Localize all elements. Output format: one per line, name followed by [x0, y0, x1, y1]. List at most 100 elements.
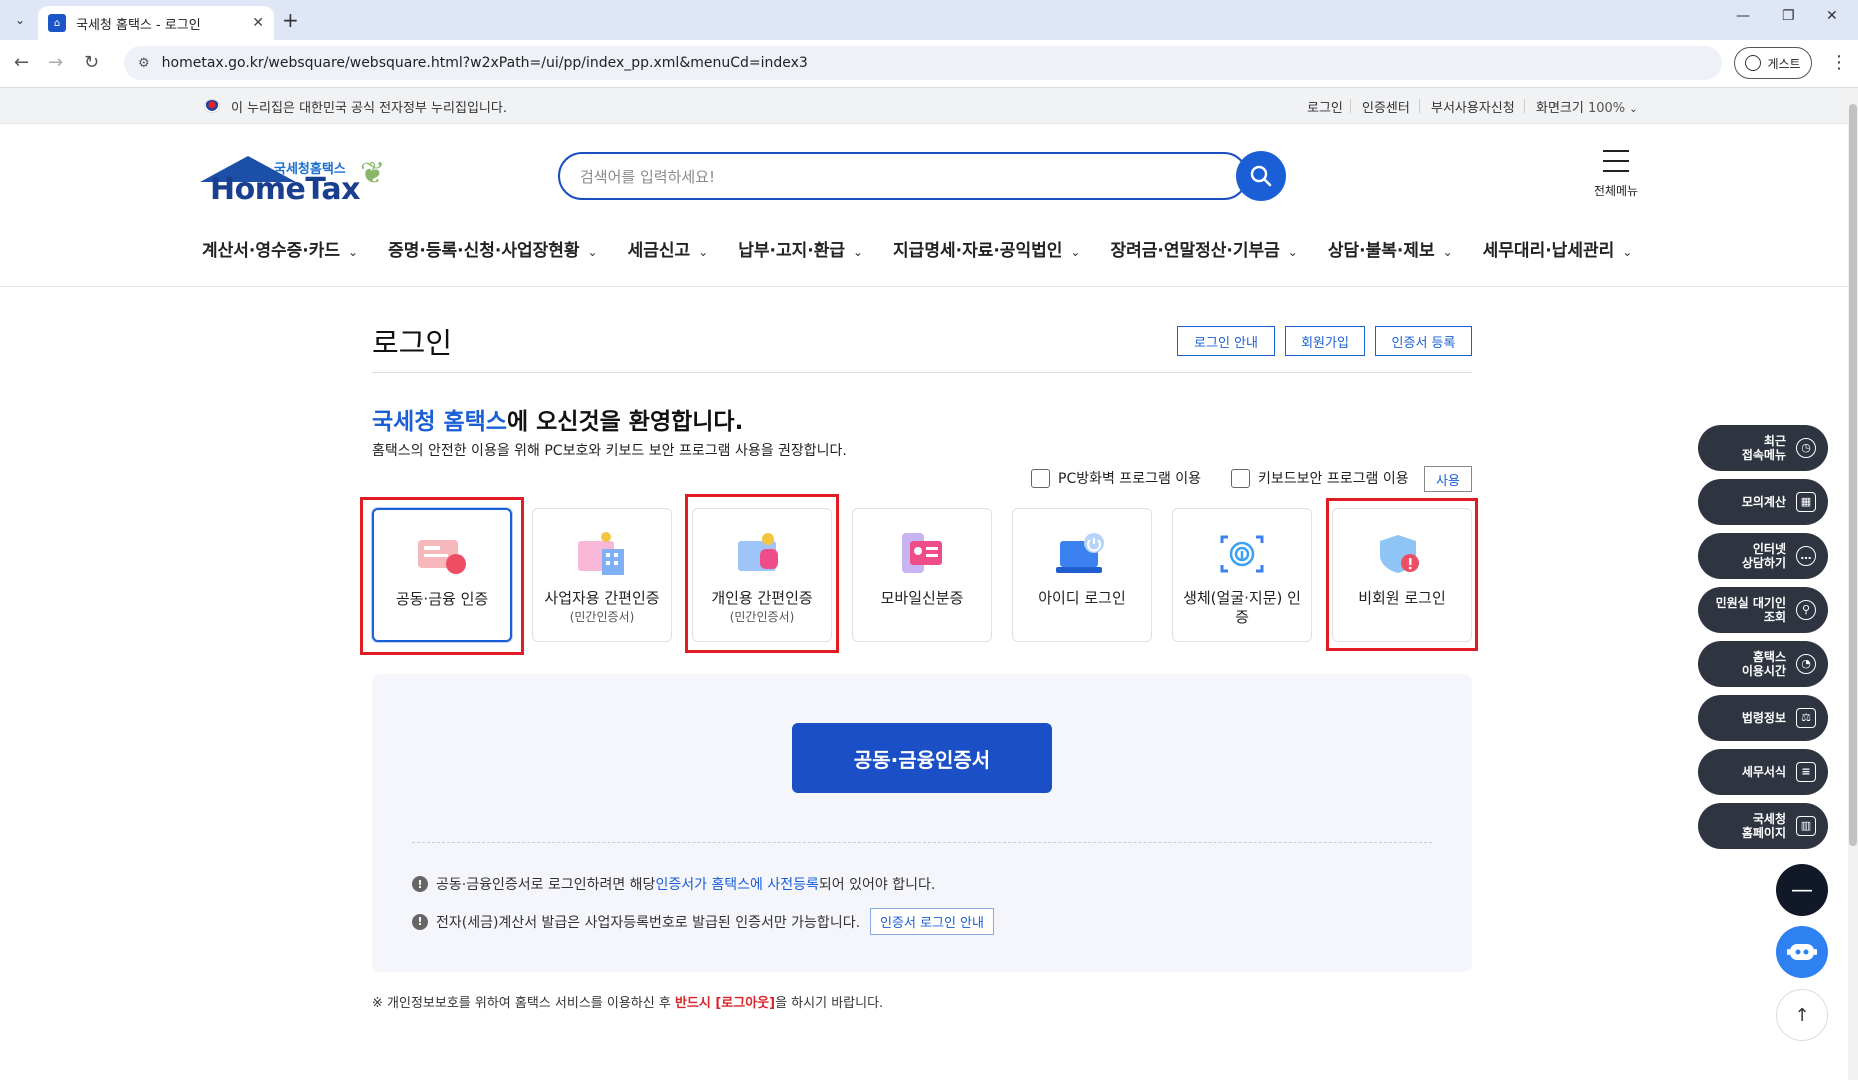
security-recommendation: 홈택스의 안전한 이용을 위해 PC보호와 키보드 보안 프로그램 사용을 권장… [372, 443, 847, 459]
notice-e-invoice: ! 전자(세금)계산서 발급은 사업자등록번호로 발급된 인증서만 가능합니다.… [412, 908, 994, 935]
browser-tab[interactable]: ⌂ 국세청 홈택스 - 로그인 ✕ [38, 6, 274, 40]
reload-icon[interactable]: ↻ [84, 52, 99, 73]
zoom-control[interactable]: 화면크기 100% ⌄ [1536, 97, 1638, 116]
laptop-power-icon [1056, 531, 1108, 577]
quick-internet-consult[interactable]: 인터넷 상담하기… [1698, 533, 1828, 579]
quick-tax-forms[interactable]: 세무서식 ≡ [1698, 749, 1828, 795]
quick-nts-homepage[interactable]: 국세청 홈페이지 ▥ [1698, 803, 1828, 849]
welcome-rest: 에 오신것을 환영합니다. [506, 409, 744, 435]
quick-label: 조회 [1763, 610, 1786, 624]
nav-item-payment-statement[interactable]: 지급명세·자료·공익법인 ⌄ [893, 236, 1080, 266]
cert-register-button[interactable]: 인증서 등록 [1375, 326, 1472, 356]
profile-button[interactable]: 게스트 [1734, 47, 1812, 79]
site-info-icon[interactable]: ⚙ [138, 56, 150, 71]
quick-waiting-lookup[interactable]: 민원실 대기인 조회 ⚲ [1698, 587, 1828, 633]
gov-notice-bar: 이 누리집은 대한민국 공식 전자정부 누리집입니다. 로그인 인증센터 부서사… [0, 88, 1848, 124]
nav-item-tax-report[interactable]: 세금신고 ⌄ [628, 236, 709, 266]
quick-label: 접속메뉴 [1741, 448, 1786, 462]
nav-item-invoice[interactable]: 계산서·영수증·카드 ⌄ [202, 236, 358, 266]
quick-label: 이용시간 [1741, 664, 1786, 678]
checkbox-label: 키보드보안 프로그램 이용 [1258, 471, 1409, 487]
method-label: 모바일신분증 [880, 589, 964, 607]
logo-big-text: HomeTax [210, 172, 361, 207]
forward-icon[interactable]: → [48, 52, 63, 73]
restore-icon[interactable]: ❐ [1782, 8, 1795, 24]
panel-divider [412, 842, 1432, 843]
nav-item-certificate[interactable]: 증명·등록·신청·사업장현황 ⌄ [388, 236, 597, 266]
scroll-top-button[interactable]: ↑ [1776, 989, 1828, 1041]
notice-text: 전자(세금)계산서 발급은 사업자등록번호로 발급된 인증서만 가능합니다. [436, 914, 861, 931]
util-dept-user-link[interactable]: 부서사용자신청 [1431, 97, 1515, 116]
nav-label: 납부·고지·환급 [738, 241, 845, 261]
minimize-icon[interactable]: — [1736, 8, 1750, 24]
quick-recent-menu[interactable]: 최근 접속메뉴 ◷ [1698, 425, 1828, 471]
method-biometric[interactable]: 생체(얼굴·지문) 인증 [1172, 508, 1312, 642]
collapse-quick-menu-button[interactable]: — [1776, 864, 1828, 916]
zoom-value: 100% [1587, 101, 1626, 116]
tab-close-icon[interactable]: ✕ [252, 15, 264, 31]
quick-service-hours[interactable]: 홈택스 이용시간 ◔ [1698, 641, 1828, 687]
quick-law-info[interactable]: 법령정보 ⚖ [1698, 695, 1828, 741]
chevron-down-icon: ⌄ [1442, 245, 1453, 259]
scrollbar-thumb[interactable] [1849, 104, 1857, 846]
chatbot-button[interactable] [1776, 926, 1828, 978]
building-icon: ▥ [1796, 816, 1816, 836]
firewall-checkbox[interactable]: PC방화벽 프로그램 이용 [1031, 468, 1201, 488]
footer-text: ※ 개인정보보호를 위하여 홈택스 서비스를 이용하신 후 [372, 996, 675, 1011]
util-cert-center-link[interactable]: 인증센터 [1362, 97, 1410, 116]
signup-button[interactable]: 회원가입 [1285, 326, 1365, 356]
nav-label: 세금신고 [627, 241, 691, 261]
chevron-down-icon: ⌄ [587, 245, 598, 259]
footer-text: 을 하시기 바랍니다. [775, 996, 884, 1011]
nav-item-tax-agent[interactable]: 세무대리·납세관리 ⌄ [1483, 236, 1633, 266]
login-guide-button[interactable]: 로그인 안내 [1177, 326, 1275, 356]
url-text: hometax.go.kr/websquare/websquare.html?w… [161, 55, 808, 71]
cert-login-button[interactable]: 공동·금융인증서 [792, 723, 1052, 793]
arrow-up-icon: ↑ [1794, 1004, 1810, 1026]
nav-item-consult[interactable]: 상담·불복·제보 ⌄ [1328, 236, 1453, 266]
cert-login-guide-button[interactable]: 인증서 로그인 안내 [870, 908, 994, 935]
tab-search-chevron-icon[interactable]: ⌄ [8, 8, 32, 32]
document-icon: ≡ [1796, 762, 1816, 782]
nav-item-payment[interactable]: 납부·고지·환급 ⌄ [738, 236, 863, 266]
search-input[interactable]: 검색어를 입력하세요! [558, 152, 1248, 200]
method-mobile-id[interactable]: 모바일신분증 [852, 508, 992, 642]
url-field[interactable]: ⚙ hometax.go.kr/websquare/websquare.html… [124, 46, 1722, 80]
alarm-icon: ◔ [1796, 654, 1816, 674]
browser-menu-icon[interactable]: ⋮ [1830, 52, 1848, 73]
method-label: 생체(얼굴·지문) 인증 [1183, 589, 1301, 626]
keyboard-security-checkbox[interactable]: 키보드보안 프로그램 이용 [1231, 468, 1409, 488]
building-card-icon [576, 531, 628, 577]
search-button[interactable] [1236, 151, 1286, 201]
new-tab-icon[interactable]: + [282, 8, 299, 32]
method-personal-simple[interactable]: 개인용 간편인증 (민간인증서) [692, 508, 832, 642]
use-button[interactable]: 사용 [1424, 466, 1472, 492]
nav-label: 증명·등록·신청·사업장현황 [388, 241, 580, 261]
chevron-down-icon: ⌄ [1622, 245, 1633, 259]
cert-registration-link[interactable]: 인증서가 홈택스에 사전등록 [655, 874, 818, 894]
person-card-icon [736, 531, 788, 577]
method-id-login[interactable]: 아이디 로그인 [1012, 508, 1152, 642]
window-close-icon[interactable]: ✕ [1826, 8, 1838, 24]
back-icon[interactable]: ← [14, 52, 29, 73]
logo-sprig-icon: ❦ [360, 156, 386, 191]
nav-item-incentive[interactable]: 장려금·연말정산·기부금 ⌄ [1110, 236, 1297, 266]
method-cert-login[interactable]: 공동·금융 인증 [372, 508, 512, 642]
chat-icon: … [1796, 546, 1816, 566]
calculator-icon: ▦ [1796, 492, 1816, 512]
method-label: 사업자용 간편인증 [544, 589, 660, 607]
mobile-id-icon [896, 531, 948, 577]
util-login-link[interactable]: 로그인 [1307, 97, 1343, 116]
all-menu-button[interactable]: 전체메뉴 [1590, 150, 1642, 199]
main-nav: 계산서·영수증·카드 ⌄ 증명·등록·신청·사업장현황 ⌄ 세금신고 ⌄ 납부·고지·… [202, 236, 1648, 266]
checkbox-box [1031, 468, 1050, 488]
quick-simulation[interactable]: 모의계산 ▦ [1698, 479, 1828, 525]
cert-card-icon [416, 532, 468, 578]
all-menu-label: 전체메뉴 [1593, 184, 1639, 198]
chevron-down-icon: ⌄ [698, 245, 709, 259]
method-business-simple[interactable]: 사업자용 간편인증 (민간인증서) [532, 508, 672, 642]
search-icon [1250, 165, 1272, 187]
hometax-logo[interactable]: 국세청홈택스 HomeTax ❦ [200, 152, 416, 208]
method-guest-login[interactable]: 비회원 로그인 [1332, 508, 1472, 642]
browser-tabbar: ⌄ ⌂ 국세청 홈택스 - 로그인 ✕ + — ❐ ✕ [0, 0, 1858, 40]
